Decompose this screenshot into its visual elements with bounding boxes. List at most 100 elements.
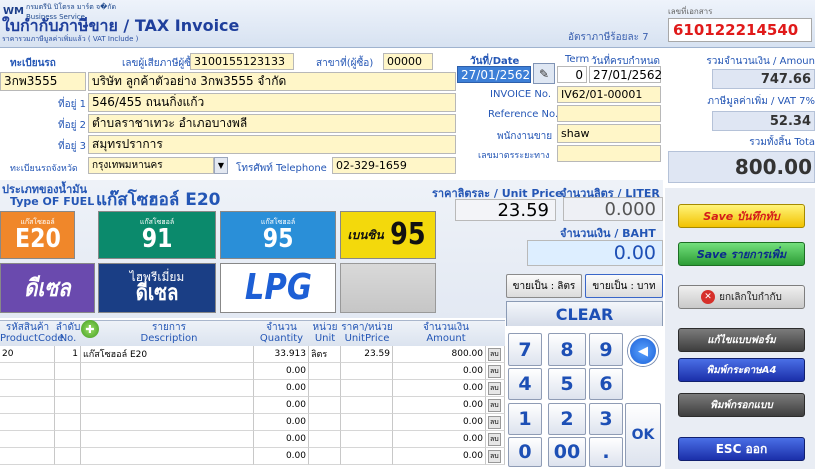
print-form-button[interactable]: พิมพ์กรอกแบบ <box>678 393 805 417</box>
doc-no-field[interactable]: 610122214540 <box>668 18 812 42</box>
addr2-input[interactable]: ตำบลราชาเทวะ อำเภอบางพลี <box>88 114 456 133</box>
key-0[interactable]: 0 <box>508 437 542 467</box>
baht-input[interactable]: 0.00 <box>527 240 663 266</box>
staff-input[interactable]: shaw <box>557 124 661 143</box>
cell-unit <box>309 363 341 380</box>
delete-row-label: ลบ <box>488 381 501 395</box>
vat-value: 52.34 <box>712 111 815 131</box>
key-3[interactable]: 3 <box>589 403 623 435</box>
province-label: ทะเบียนรถจังหวัด <box>10 164 78 174</box>
delete-row-button[interactable]: ลบ <box>486 397 505 414</box>
delete-row-button[interactable]: ลบ <box>486 414 505 431</box>
fuel-button-diesel[interactable]: ดีเซล <box>0 263 95 313</box>
key-00[interactable]: 00 <box>548 437 586 467</box>
cell-code <box>0 397 55 414</box>
term-input[interactable]: 0 <box>557 66 587 83</box>
pen-icon[interactable]: ✎ <box>533 63 555 84</box>
clear-button[interactable]: CLEAR <box>506 301 663 328</box>
cell-code: 20 <box>0 346 55 363</box>
cell-amt: 0.00 <box>393 363 486 380</box>
key-9[interactable]: 9 <box>589 333 623 366</box>
delete-row-button[interactable]: ลบ <box>486 380 505 397</box>
fuel-button-premium-diesel[interactable]: ไฮพรีเมี่ยม ดีเซล <box>98 263 216 313</box>
key-ok[interactable]: OK <box>625 403 661 467</box>
fuel-button-diesel-big: ดีเซล <box>24 274 71 302</box>
fuel-button-empty[interactable] <box>340 263 436 313</box>
cancel-invoice-button[interactable]: ✕ ยกเลิกใบกำกับ <box>678 285 805 309</box>
save-button[interactable]: Save บันทึกทับ <box>678 204 805 228</box>
key-4[interactable]: 4 <box>508 368 542 400</box>
page-subtitle: ราคารวมภาษีมูลค่าเพิ่มแล้ว ( VAT Include… <box>2 35 139 43</box>
delete-row-button[interactable]: ลบ <box>486 431 505 448</box>
ref-input[interactable] <box>557 105 661 122</box>
fuel-button-e20[interactable]: แก๊สโซฮอล์ E20 <box>0 211 75 259</box>
branch-input[interactable]: 00000 <box>383 53 433 70</box>
key-8[interactable]: 8 <box>548 333 586 366</box>
date-input[interactable]: 27/01/2562 <box>457 66 531 83</box>
add-row-icon[interactable]: ✚ <box>81 320 99 338</box>
cell-desc <box>81 431 254 448</box>
taxid-label: เลขผู้เสียภาษีผู้ซื้อ <box>122 58 198 69</box>
province-select[interactable]: กรุงเทพมหานคร <box>88 157 214 174</box>
addr2-label: ที่อยู่ 2 <box>58 120 86 131</box>
cell-amt: 0.00 <box>393 414 486 431</box>
col-amount-th: จำนวนเงิน <box>423 322 469 333</box>
key-6[interactable]: 6 <box>589 368 623 400</box>
key-dot[interactable]: . <box>589 437 623 467</box>
delete-row-button[interactable]: ลบ <box>486 346 505 363</box>
edit-form-button[interactable]: แก้ไขแบบฟอร์ม <box>678 328 805 352</box>
sell-by-liter-button[interactable]: ขายเป็น : ลิตร <box>506 274 582 298</box>
cell-no <box>55 363 81 380</box>
amount-value: 747.66 <box>712 69 815 89</box>
cell-no <box>55 397 81 414</box>
addr3-input[interactable]: สมุทรปราการ <box>88 135 456 154</box>
fuel-button-lpg[interactable]: LPG <box>220 263 336 313</box>
customer-name-input[interactable]: บริษัท ลูกค้าตัวอย่าง 3กพ3555 จำกัด <box>88 72 456 91</box>
delete-row-button[interactable]: ลบ <box>486 448 505 465</box>
col-desc: รายการ Description <box>99 322 239 344</box>
key-7[interactable]: 7 <box>508 333 542 366</box>
save-add-button[interactable]: Save รายการเพิ่ม <box>678 242 805 266</box>
cell-qty: 0.00 <box>254 380 309 397</box>
col-unit-en: Unit <box>314 333 336 344</box>
backspace-icon[interactable]: ◀ <box>628 336 658 366</box>
total-label: รวมทั้งสิ้น Tota <box>749 137 815 148</box>
table-row[interactable]: 0.00 0.00 ลบ <box>0 414 505 431</box>
chevron-down-icon[interactable]: ▼ <box>214 157 228 174</box>
fuel-button-benzine-95[interactable]: เบนซิน 95 <box>340 211 436 259</box>
cell-price <box>341 363 393 380</box>
table-row[interactable]: 0.00 0.00 ลบ <box>0 431 505 448</box>
delete-row-label: ลบ <box>488 449 501 463</box>
addr1-input[interactable]: 546/455 ถนนกิ่งแก้ว <box>88 93 456 112</box>
table-row[interactable]: 20 1 แก๊สโซฮอล์ E20 33.913 ลิตร 23.59 800.00 ลบ <box>0 346 505 363</box>
unit-price-value: 23.59 <box>455 199 556 221</box>
phone-input[interactable]: 02-329-1659 <box>332 157 456 174</box>
table-row[interactable]: 0.00 0.00 ลบ <box>0 448 505 465</box>
invno-input[interactable]: IV62/01-00001 <box>557 86 661 103</box>
cell-qty: 0.00 <box>254 414 309 431</box>
esc-exit-button[interactable]: ESC ออก <box>678 437 805 461</box>
key-2[interactable]: 2 <box>548 403 586 435</box>
due-date-input[interactable]: 27/01/2562 <box>589 66 662 83</box>
cell-price <box>341 448 393 465</box>
addr3-label: ที่อยู่ 3 <box>58 141 86 152</box>
delete-row-label: ลบ <box>488 364 501 378</box>
mileage-label: เลขมาตรระยะทาง <box>478 151 550 161</box>
cell-price <box>341 380 393 397</box>
cell-unit <box>309 380 341 397</box>
liter-input[interactable]: 0.000 <box>563 197 663 221</box>
print-a4-button[interactable]: พิมพ์กระดาษA4 <box>678 358 805 382</box>
cell-unit: ลิตร <box>309 346 341 363</box>
key-1[interactable]: 1 <box>508 403 542 435</box>
table-row[interactable]: 0.00 0.00 ลบ <box>0 397 505 414</box>
delete-row-button[interactable]: ลบ <box>486 363 505 380</box>
fuel-button-91[interactable]: แก๊สโซฮอล์ 91 <box>98 211 216 259</box>
sell-by-baht-button[interactable]: ขายเป็น : บาท <box>585 274 663 298</box>
mileage-input[interactable] <box>557 145 661 162</box>
table-row[interactable]: 0.00 0.00 ลบ <box>0 380 505 397</box>
key-5[interactable]: 5 <box>548 368 586 400</box>
taxid-input[interactable]: 3100155123133 <box>190 53 294 70</box>
reg-input[interactable]: 3กพ3555 <box>0 72 86 91</box>
table-row[interactable]: 0.00 0.00 ลบ <box>0 363 505 380</box>
fuel-button-95[interactable]: แก๊สโซฮอล์ 95 <box>220 211 336 259</box>
